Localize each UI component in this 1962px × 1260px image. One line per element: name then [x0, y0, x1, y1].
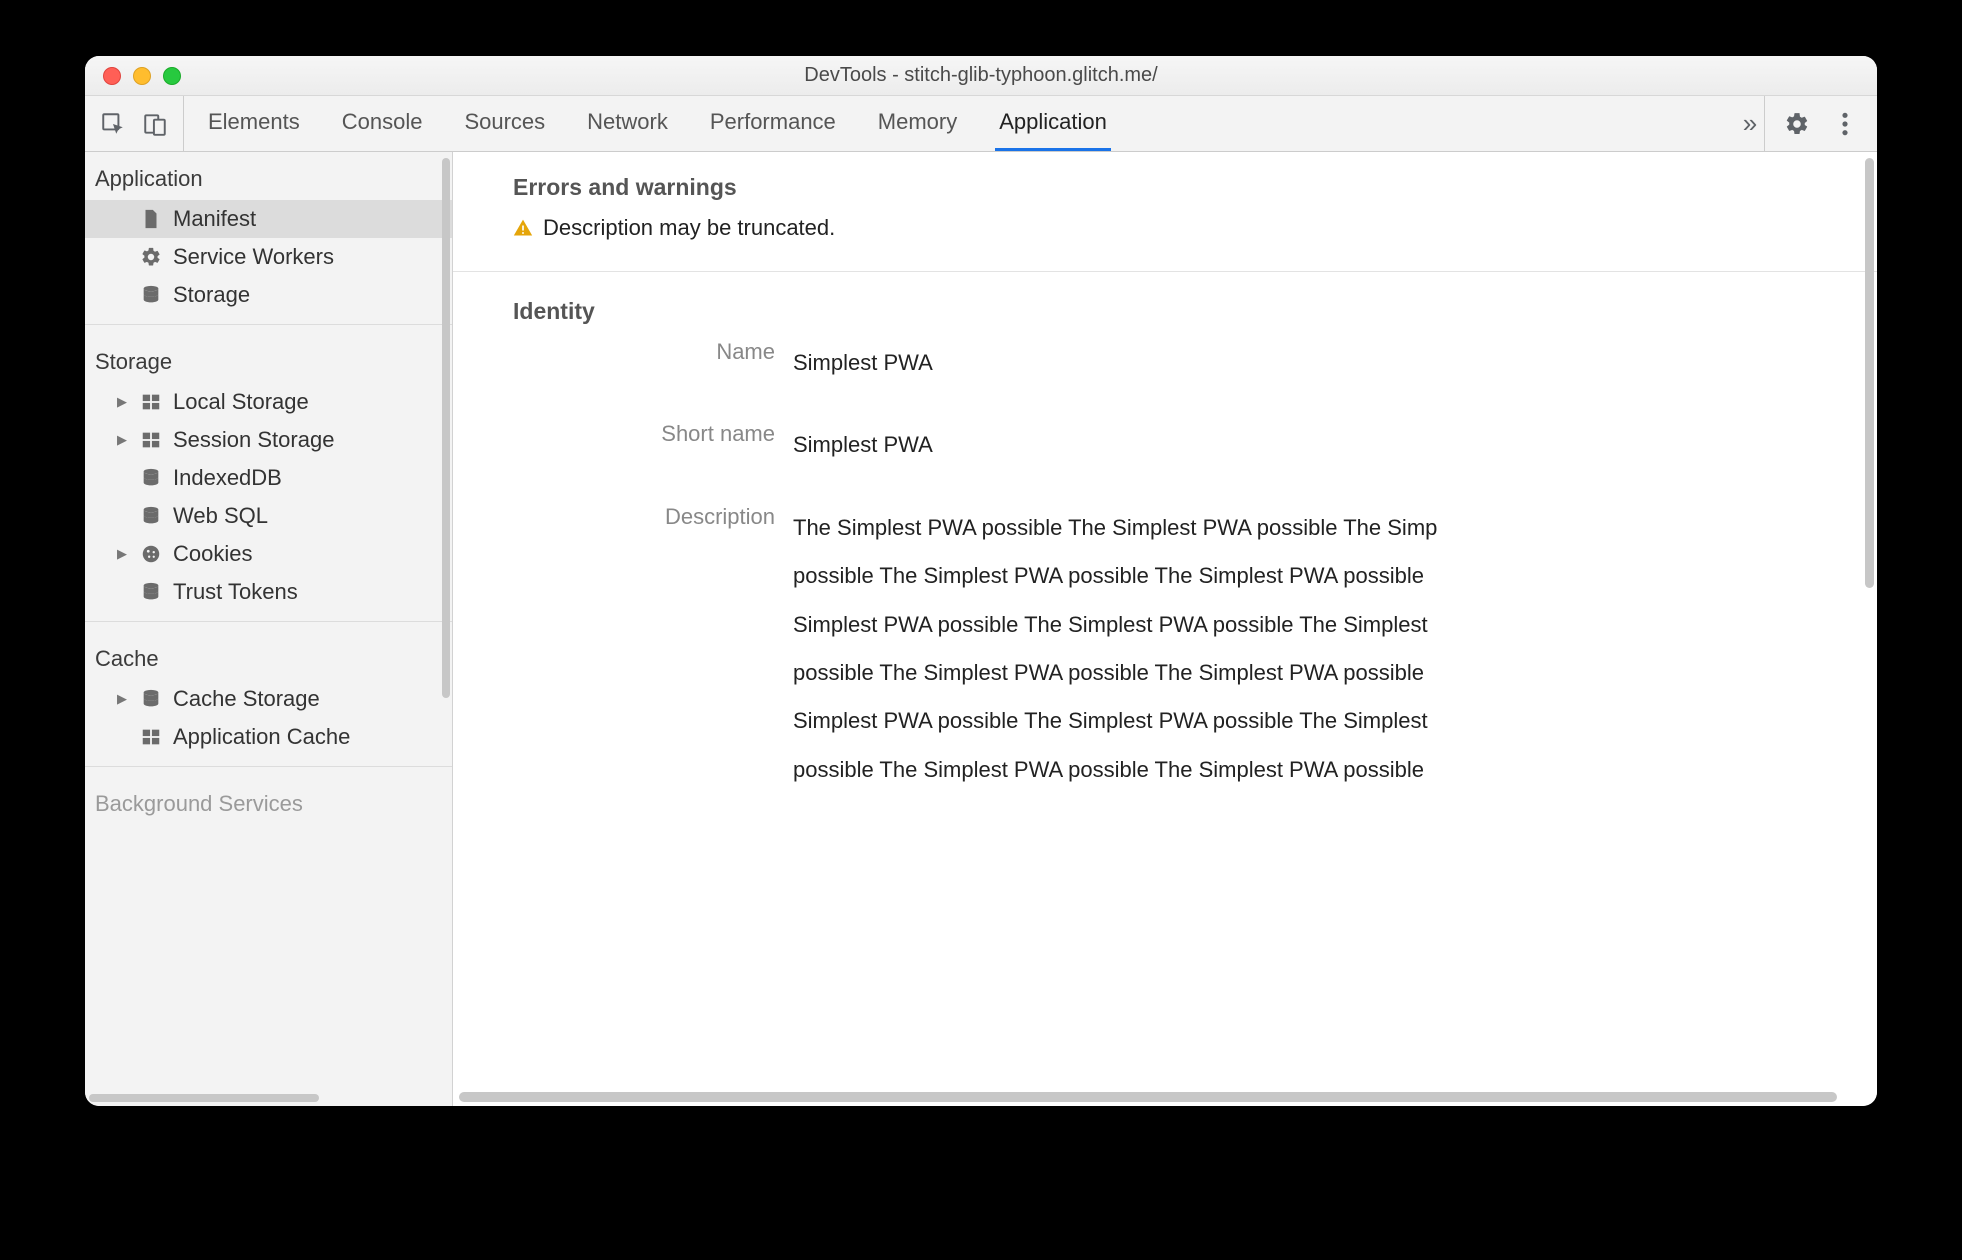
description-value: The Simplest PWA possible The Simplest P…: [793, 504, 1437, 794]
sidebar-item-label: Cache Storage: [173, 686, 320, 712]
grid-icon: [139, 390, 163, 414]
sidebar-item-application-cache[interactable]: Application Cache: [85, 718, 452, 756]
tab-label: Performance: [710, 109, 836, 135]
kebab-menu-icon[interactable]: [1831, 110, 1859, 138]
grid-icon: [139, 428, 163, 452]
expand-icon: ▶: [115, 394, 129, 410]
expand-icon: ▶: [115, 546, 129, 562]
inspect-element-icon[interactable]: [99, 110, 127, 138]
sidebar-item-trust-tokens[interactable]: Trust Tokens: [85, 573, 452, 611]
cookie-icon: [139, 542, 163, 566]
sidebar-item-label: Trust Tokens: [173, 579, 298, 605]
content-vertical-scrollbar[interactable]: [1865, 158, 1874, 588]
sidebar-item-label: Web SQL: [173, 503, 268, 529]
short-name-value: Simplest PWA: [793, 421, 933, 469]
sidebar-item-label: Cookies: [173, 541, 252, 567]
sidebar-item-manifest[interactable]: Manifest: [85, 200, 452, 238]
sidebar-horizontal-scrollbar[interactable]: [89, 1094, 319, 1102]
device-toggle-icon[interactable]: [141, 110, 169, 138]
sidebar-item-label: Session Storage: [173, 427, 334, 453]
manifest-panel: Errors and warnings Description may be t…: [453, 152, 1877, 1106]
application-sidebar: Application Manifest Service Workers Storag…: [85, 152, 453, 1106]
sidebar-item-label: IndexedDB: [173, 465, 282, 491]
db-icon: [139, 580, 163, 604]
sidebar-divider: [85, 621, 452, 622]
tab-performance[interactable]: Performance: [706, 96, 840, 151]
more-tabs-button[interactable]: »: [1736, 110, 1764, 138]
sidebar-item-storage[interactable]: Storage: [85, 276, 452, 314]
zoom-window-button[interactable]: [163, 67, 181, 85]
warning-icon: [513, 218, 533, 238]
sidebar-item-indexeddb[interactable]: IndexedDB: [85, 459, 452, 497]
warning-text: Description may be truncated.: [543, 215, 835, 241]
short-name-label: Short name: [513, 421, 793, 447]
sidebar-item-local-storage[interactable]: ▶ Local Storage: [85, 383, 452, 421]
tab-label: Application: [999, 109, 1107, 135]
name-value: Simplest PWA: [793, 339, 933, 387]
identity-short-name-row: Short name Simplest PWA: [513, 421, 1877, 469]
sidebar-item-label: Storage: [173, 282, 250, 308]
errors-heading: Errors and warnings: [513, 174, 1877, 201]
sidebar-item-session-storage[interactable]: ▶ Session Storage: [85, 421, 452, 459]
window-title: DevTools - stitch-glib-typhoon.glitch.me…: [85, 64, 1877, 87]
identity-name-row: Name Simplest PWA: [513, 339, 1877, 387]
minimize-window-button[interactable]: [133, 67, 151, 85]
traffic-lights: [85, 67, 181, 85]
sidebar-item-service-workers[interactable]: Service Workers: [85, 238, 452, 276]
sidebar-item-web-sql[interactable]: Web SQL: [85, 497, 452, 535]
sidebar-section-cache: Cache: [85, 632, 452, 680]
tab-label: Sources: [464, 109, 545, 135]
identity-description-row: Description The Simplest PWA possible Th…: [513, 504, 1877, 794]
sidebar-item-cookies[interactable]: ▶ Cookies: [85, 535, 452, 573]
expand-icon: ▶: [115, 691, 129, 707]
file-icon: [139, 207, 163, 231]
tab-label: Elements: [208, 109, 300, 135]
identity-heading: Identity: [513, 298, 1877, 325]
tab-elements[interactable]: Elements: [204, 96, 304, 151]
db-icon: [139, 504, 163, 528]
main-toolbar: Elements Console Sources Network Performance…: [85, 96, 1877, 152]
sidebar-divider: [85, 766, 452, 767]
tab-network[interactable]: Network: [583, 96, 672, 151]
sidebar-item-cache-storage[interactable]: ▶ Cache Storage: [85, 680, 452, 718]
expand-icon: ▶: [115, 432, 129, 448]
tab-label: Memory: [878, 109, 957, 135]
settings-icon[interactable]: [1783, 110, 1811, 138]
section-divider: [453, 271, 1877, 272]
tab-label: Network: [587, 109, 668, 135]
devtools-window: DevTools - stitch-glib-typhoon.glitch.me…: [85, 56, 1877, 1106]
sidebar-section-storage: Storage: [85, 335, 452, 383]
toolbar-right: [1764, 96, 1877, 151]
sidebar-vertical-scrollbar[interactable]: [442, 158, 450, 698]
name-label: Name: [513, 339, 793, 365]
sidebar-item-label: Service Workers: [173, 244, 334, 270]
close-window-button[interactable]: [103, 67, 121, 85]
db-icon: [139, 283, 163, 307]
sidebar-item-label: Local Storage: [173, 389, 309, 415]
tab-memory[interactable]: Memory: [874, 96, 961, 151]
grid-icon: [139, 725, 163, 749]
tab-sources[interactable]: Sources: [460, 96, 549, 151]
gear-icon: [139, 245, 163, 269]
db-icon: [139, 687, 163, 711]
content-horizontal-scrollbar[interactable]: [459, 1092, 1837, 1102]
sidebar-divider: [85, 324, 452, 325]
sidebar-item-label: Manifest: [173, 206, 256, 232]
warning-row: Description may be truncated.: [513, 215, 1877, 241]
panel-tabs: Elements Console Sources Network Performance…: [184, 96, 1736, 151]
panes: Application Manifest Service Workers Storag…: [85, 152, 1877, 1106]
sidebar-item-label: Application Cache: [173, 724, 350, 750]
tab-application[interactable]: Application: [995, 96, 1111, 151]
tab-console[interactable]: Console: [338, 96, 427, 151]
description-label: Description: [513, 504, 793, 530]
sidebar-section-background-services: Background Services: [85, 777, 452, 825]
titlebar: DevTools - stitch-glib-typhoon.glitch.me…: [85, 56, 1877, 96]
tab-label: Console: [342, 109, 423, 135]
inspect-controls: [85, 96, 184, 151]
db-icon: [139, 466, 163, 490]
sidebar-section-application: Application: [85, 152, 452, 200]
